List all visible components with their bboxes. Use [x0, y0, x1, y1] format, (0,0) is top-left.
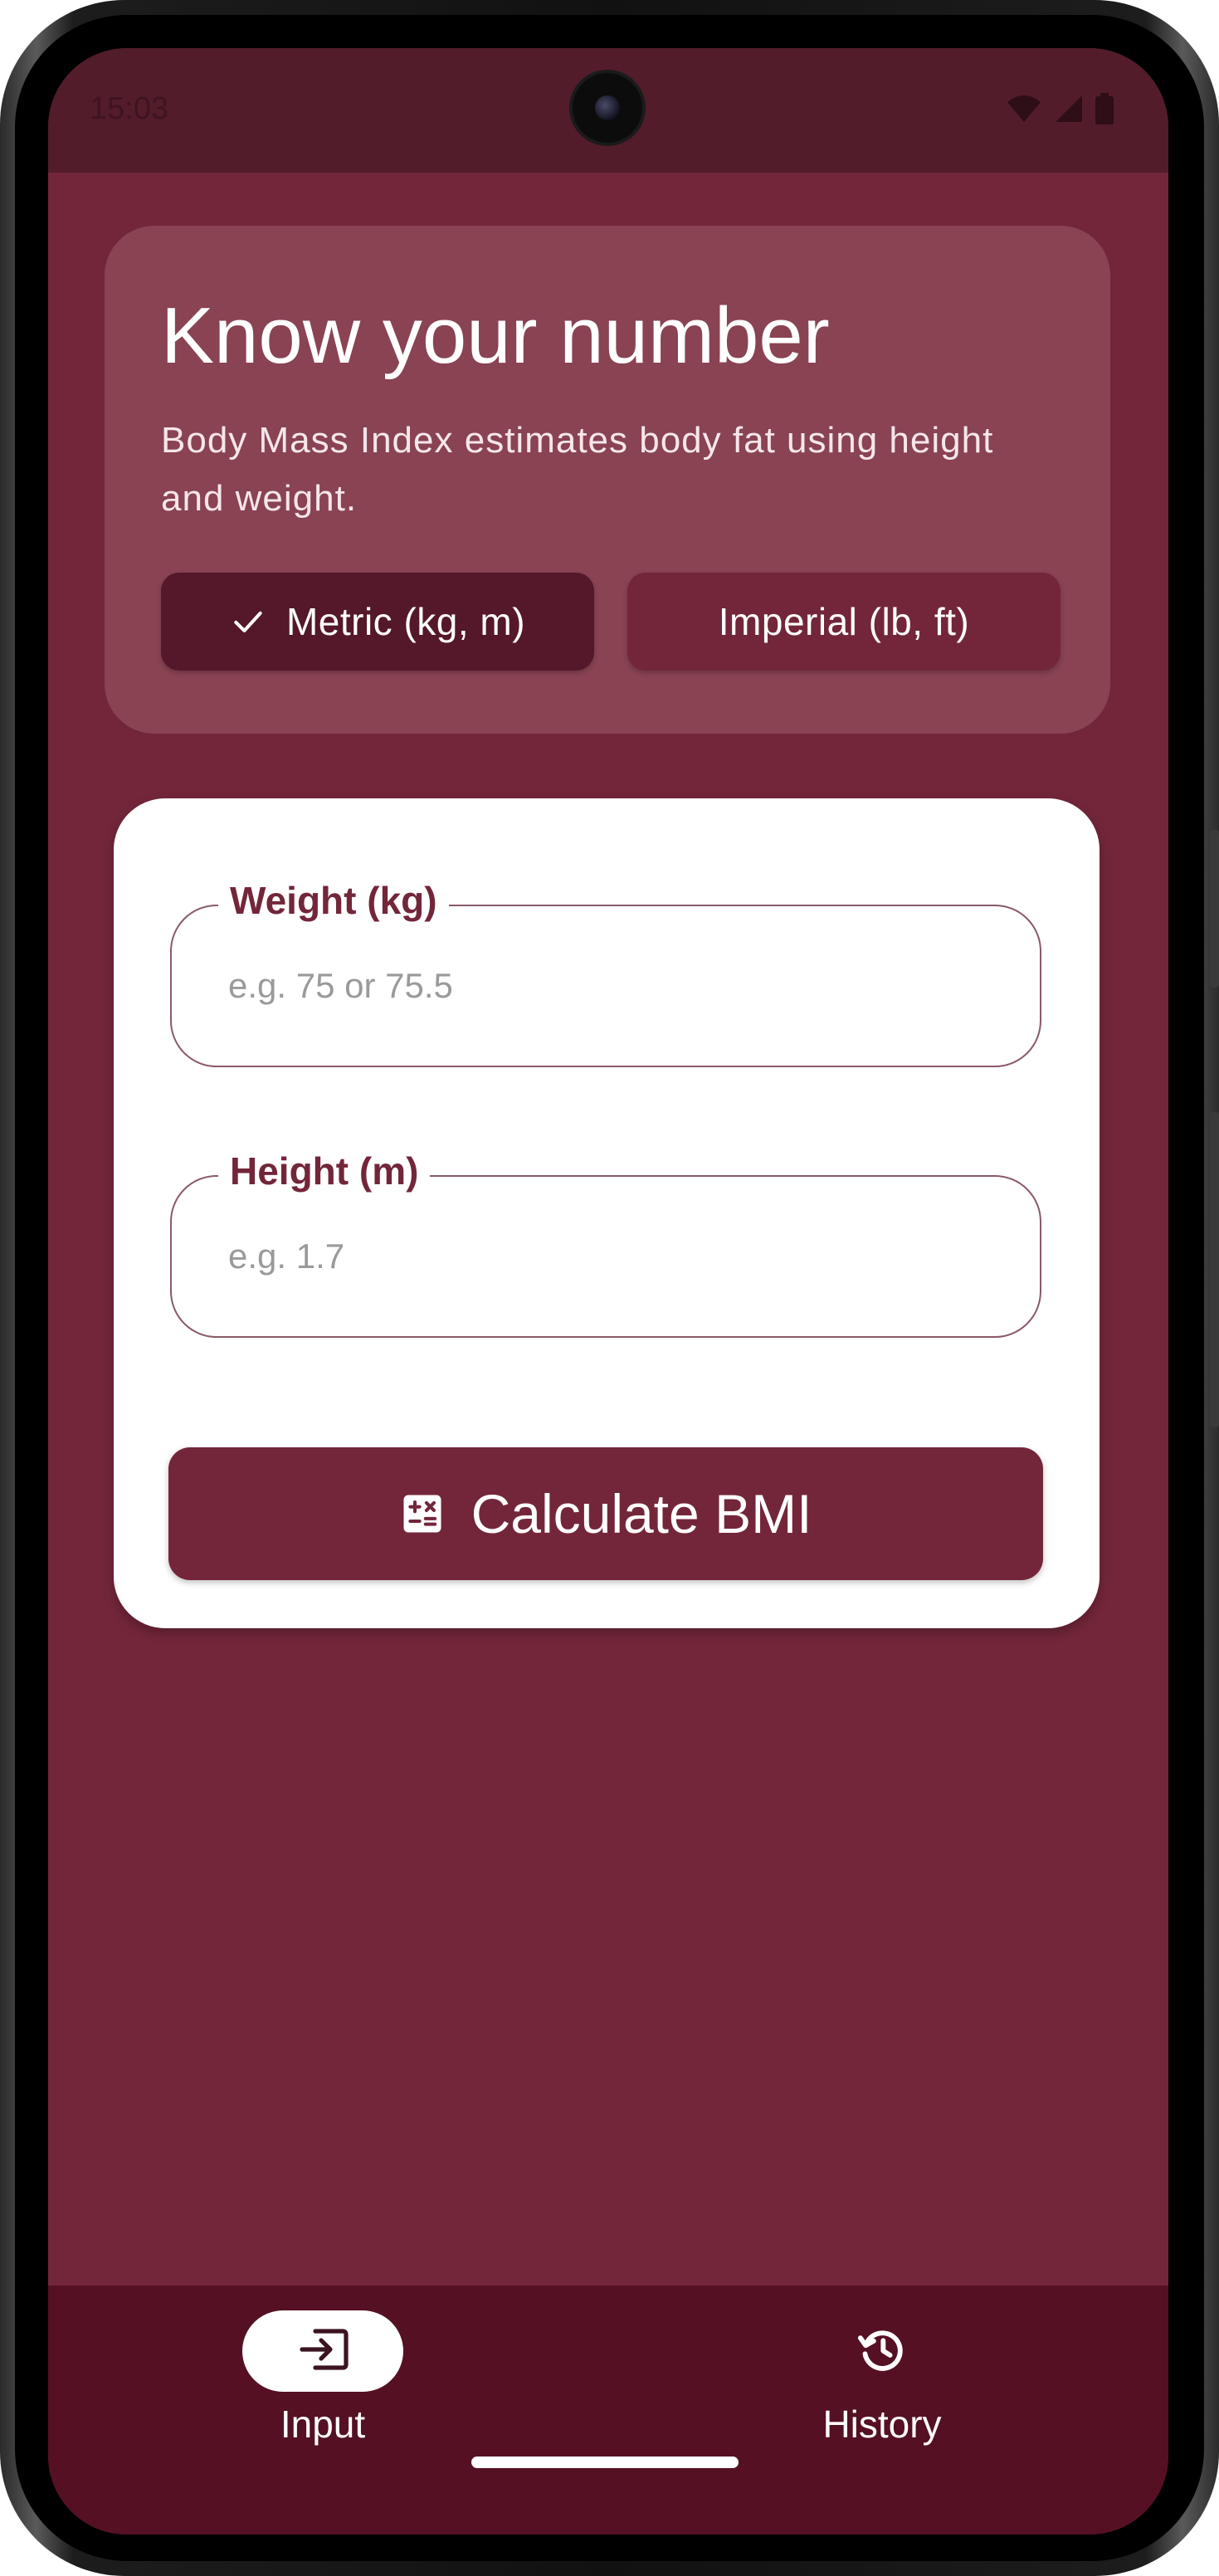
front-camera [573, 73, 642, 143]
weight-label: Weight (kg) [218, 878, 449, 923]
status-time: 15:03 [90, 91, 169, 126]
unit-metric-button[interactable]: Metric (kg, m) [161, 573, 594, 671]
battery-icon [1095, 93, 1114, 129]
nav-label-history: History [822, 2403, 942, 2446]
intro-card: Know your number Body Mass Index estimat… [105, 226, 1110, 734]
height-field[interactable]: Height (m) [170, 1149, 1041, 1338]
nav-item-input[interactable]: Input [242, 2310, 403, 2447]
input-icon [295, 2326, 350, 2377]
calculate-bmi-label: Calculate BMI [471, 1483, 812, 1544]
signal-icon [1054, 94, 1084, 128]
height-label: Height (m) [218, 1149, 431, 1193]
nav-label-input: Input [280, 2403, 366, 2446]
power-button [1211, 1112, 1219, 1427]
status-icons [1006, 93, 1114, 129]
calculator-icon [400, 1491, 445, 1536]
status-bar: 15:03 [48, 48, 1168, 173]
wifi-icon [1006, 94, 1042, 128]
unit-imperial-label: Imperial (lb, ft) [718, 600, 970, 643]
app-screen: 15:03 Know your number Body Mass Index e… [48, 48, 1168, 2535]
phone-frame: 15:03 Know your number Body Mass Index e… [0, 0, 1219, 2576]
bmi-form-card: Weight (kg) Height (m) Calculat [114, 798, 1100, 1628]
page-description: Body Mass Index estimates body fat using… [161, 420, 994, 519]
volume-button [1211, 830, 1219, 988]
unit-metric-label: Metric (kg, m) [285, 600, 526, 643]
nav-item-history[interactable]: History [802, 2310, 963, 2447]
history-icon [856, 2323, 909, 2380]
check-icon [230, 603, 266, 640]
weight-field[interactable]: Weight (kg) [170, 878, 1041, 1067]
home-indicator[interactable] [471, 2456, 739, 2468]
nav-history-pill [802, 2310, 963, 2392]
nav-indicator [242, 2310, 403, 2392]
calculate-bmi-button[interactable]: Calculate BMI [168, 1447, 1043, 1580]
bottom-navigation: Input History [48, 2286, 1168, 2535]
page-title: Know your number [161, 291, 830, 380]
height-input[interactable] [228, 1223, 975, 1290]
weight-input[interactable] [228, 953, 975, 1019]
unit-imperial-button[interactable]: Imperial (lb, ft) [627, 573, 1061, 671]
